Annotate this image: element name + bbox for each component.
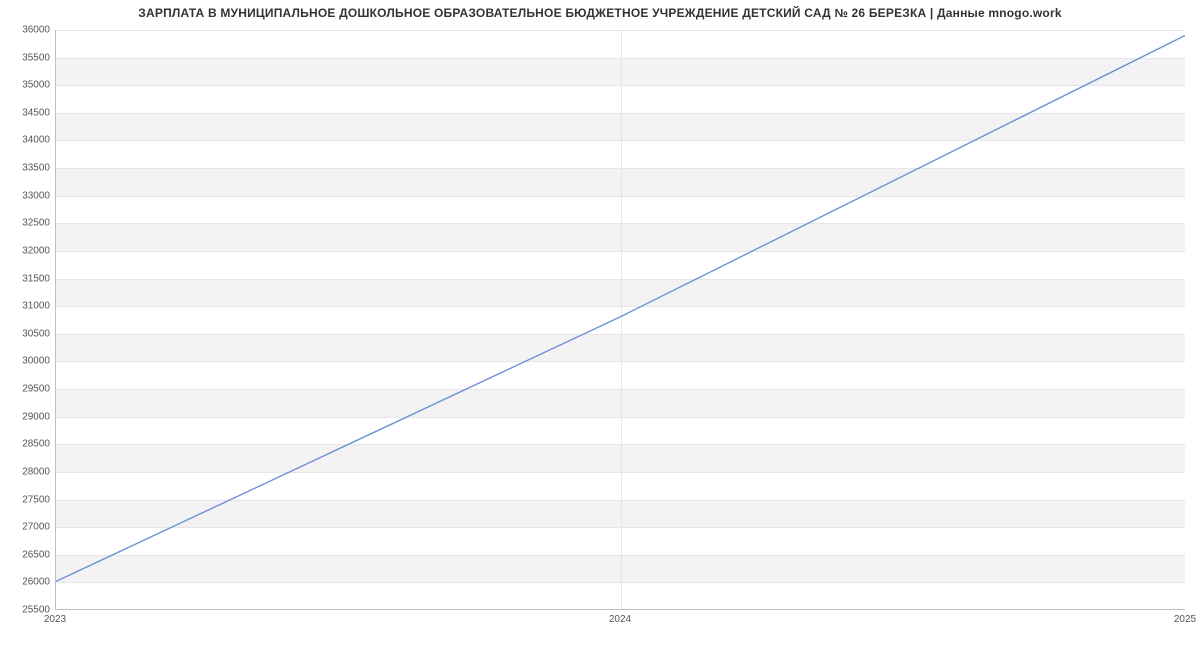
y-tick-label: 33000 [5,190,50,201]
y-tick-label: 26500 [5,549,50,560]
y-tick-label: 28500 [5,439,50,450]
y-tick-label: 32500 [5,218,50,229]
y-tick-label: 31000 [5,301,50,312]
x-tickmark [56,609,57,610]
plot-area [55,30,1185,610]
y-tick-label: 27000 [5,522,50,533]
y-tick-label: 29000 [5,411,50,422]
y-tick-label: 33500 [5,163,50,174]
y-tick-label: 28000 [5,466,50,477]
y-tick-label: 30500 [5,328,50,339]
x-tick-label: 2024 [609,614,631,625]
y-tick-label: 34500 [5,107,50,118]
y-tick-label: 35000 [5,80,50,91]
chart-container: ЗАРПЛАТА В МУНИЦИПАЛЬНОЕ ДОШКОЛЬНОЕ ОБРА… [0,0,1200,650]
y-tick-label: 26000 [5,577,50,588]
y-tick-label: 35500 [5,52,50,63]
y-tick-label: 36000 [5,25,50,36]
y-tick-label: 34000 [5,135,50,146]
line-series [56,30,1185,609]
chart-title: ЗАРПЛАТА В МУНИЦИПАЛЬНОЕ ДОШКОЛЬНОЕ ОБРА… [0,6,1200,20]
y-tick-label: 27500 [5,494,50,505]
y-tick-label: 31500 [5,273,50,284]
y-tick-label: 29500 [5,384,50,395]
x-tickmark [621,609,622,610]
y-tick-label: 32000 [5,245,50,256]
x-tick-label: 2025 [1174,614,1196,625]
y-tick-label: 30000 [5,356,50,367]
x-tick-label: 2023 [44,614,66,625]
